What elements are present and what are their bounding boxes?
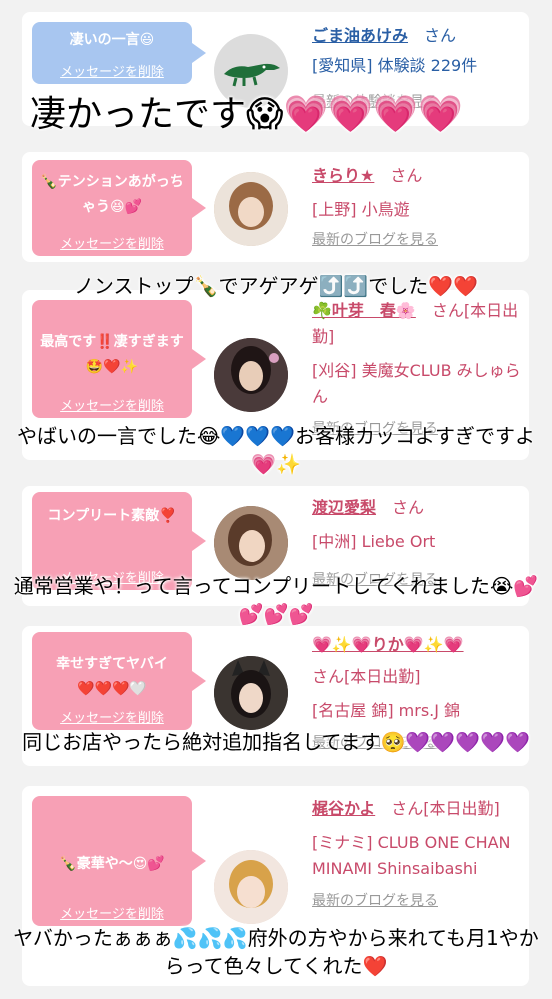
profile-name[interactable]: きらり★ <box>312 166 374 185</box>
honorific: さん <box>390 166 423 185</box>
profile-name[interactable]: 渡辺愛梨 <box>312 498 376 517</box>
caption-overlay-6: ヤバかったぁぁぁ💦💦💦府外の方やから来れても月1やからって色々してくれた❤️ <box>13 926 539 978</box>
shop-info[interactable]: [上野] 小鳥遊 <box>312 197 522 223</box>
caption-overlay-4: 通常営業や！って言ってコンプリートしてくれました😭💕💕💕💕 <box>13 574 539 626</box>
avatar[interactable] <box>214 656 288 730</box>
profile-photo-icon <box>214 850 288 924</box>
profile-photo-icon <box>214 172 288 246</box>
avatar[interactable] <box>214 850 288 924</box>
caption-overlay-1: 凄かったです😱💗💗💗💗 <box>30 94 463 135</box>
caption-overlay-5: 同じお店やったら絶対追加指名してます🥺💜💜💜💜💜 <box>22 730 530 754</box>
profile-info: 梶谷かよ さん[本日出勤] [ミナミ] CLUB ONE CHAN MINAMI… <box>312 796 522 910</box>
avatar[interactable] <box>214 338 288 412</box>
honorific: さん <box>424 26 457 45</box>
bubble-message: 最高です‼️凄すぎます🤩❤️✨ <box>40 334 184 375</box>
latest-blog-link[interactable]: 最新のブログを見る <box>312 890 522 910</box>
profile-photo-icon <box>214 656 288 730</box>
honorific: さん <box>392 498 425 517</box>
shop-info[interactable]: [愛知県] 体験談 229件 <box>312 53 522 79</box>
honorific: さん[本日出勤] <box>391 799 500 818</box>
shop-info[interactable]: [名古屋 錦] mrs.J 錦 <box>312 698 522 724</box>
caption-overlay-2: ノンストップ🍾でアゲアゲ⤴️⤴️でした❤️❤️ <box>73 274 479 298</box>
bubble-message: 🍾豪華や〜😍💕 <box>59 856 165 872</box>
bubble-message: 幸せすぎてヤバイ❤️❤️❤️🤍 <box>56 656 168 697</box>
profile-name[interactable]: 梶谷かよ <box>312 799 375 818</box>
message-bubble: 最高です‼️凄すぎます🤩❤️✨ メッセージを削除 <box>32 300 206 418</box>
message-bubble: 🍾テンションあがっちゃう😆💕 メッセージを削除 <box>32 160 206 256</box>
profile-info: きらり★ さん [上野] 小鳥遊 最新のブログを見る <box>312 162 522 249</box>
delete-message-link[interactable]: メッセージを削除 <box>32 707 192 726</box>
bubble-message: コンプリート素敵❣️ <box>47 508 177 524</box>
bubble-message: 凄いの一言😃 <box>69 32 155 48</box>
avatar[interactable] <box>214 172 288 246</box>
message-bubble: 凄いの一言😃 メッセージを削除 <box>32 22 206 84</box>
message-bubble: 幸せすぎてヤバイ❤️❤️❤️🤍 メッセージを削除 <box>32 632 206 730</box>
avatar[interactable] <box>214 506 288 580</box>
profile-card-2: 🍾テンションあがっちゃう😆💕 メッセージを削除 きらり★ さん [上野] 小鳥遊… <box>22 152 529 262</box>
delete-message-link[interactable]: メッセージを削除 <box>32 233 192 252</box>
profile-photo-icon <box>214 338 288 412</box>
profile-name[interactable]: ☘️叶芽 春🌸 <box>312 301 416 320</box>
message-bubble: 🍾豪華や〜😍💕 メッセージを削除 <box>32 796 206 926</box>
shop-info[interactable]: [中洲] Liebe Ort <box>312 529 522 555</box>
delete-message-link[interactable]: メッセージを削除 <box>32 61 192 80</box>
honorific: さん[本日出勤] <box>312 667 421 686</box>
profile-info: ☘️叶芽 春🌸 さん[本日出勤] [刈谷] 美魔女CLUB みしゅらん 最新のブ… <box>312 298 522 438</box>
latest-blog-link[interactable]: 最新のブログを見る <box>312 229 522 249</box>
profile-name[interactable]: 💗✨💗りか💗✨💗 <box>312 635 464 654</box>
shop-info[interactable]: [刈谷] 美魔女CLUB みしゅらん <box>312 358 522 410</box>
caption-overlay-3: やばいの一言でした😂💙💙💙お客様カッコよすぎですよ💗✨ <box>16 424 536 476</box>
delete-message-link[interactable]: メッセージを削除 <box>32 395 192 414</box>
bubble-message: 🍾テンションあがっちゃう😆💕 <box>40 174 184 215</box>
profile-photo-icon <box>214 506 288 580</box>
delete-message-link[interactable]: メッセージを削除 <box>32 903 192 922</box>
shop-info[interactable]: [ミナミ] CLUB ONE CHAN MINAMI Shinsaibashi <box>312 830 522 882</box>
profile-name[interactable]: ごま油あけみ <box>312 26 408 45</box>
